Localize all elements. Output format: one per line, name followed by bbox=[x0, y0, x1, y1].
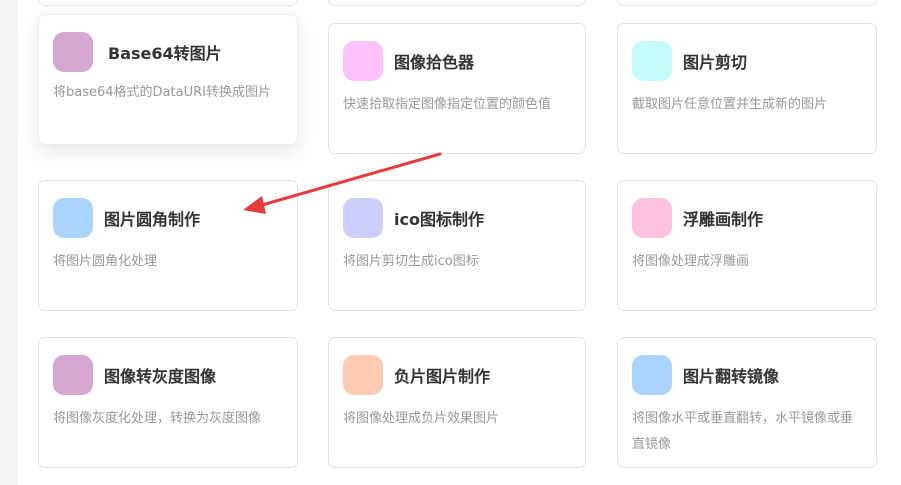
tool-card-negative[interactable]: 负片图片制作 将图像处理成负片效果图片 bbox=[328, 337, 586, 468]
tool-title: 图片剪切 bbox=[683, 53, 748, 72]
tool-icon bbox=[53, 198, 93, 238]
previous-row-card-edge bbox=[38, 0, 298, 6]
tools-panel: Base64转图片 将base64格式的DataURI转换成图片 图像拾色器 快… bbox=[18, 0, 901, 485]
tool-description: 将图像水平或垂直翻转，水平镜像或垂直镜像 bbox=[632, 411, 854, 452]
tool-title: Base64转图片 bbox=[108, 44, 222, 63]
tool-card-color-picker[interactable]: 图像拾色器 快速拾取指定图像指定位置的颜色值 bbox=[328, 23, 586, 154]
tool-title: 图片圆角制作 bbox=[104, 210, 201, 229]
tool-title: 图像拾色器 bbox=[394, 53, 475, 72]
tool-icon bbox=[53, 32, 93, 72]
tool-card-grayscale[interactable]: 图像转灰度图像 将图像灰度化处理，转换为灰度图像 bbox=[38, 337, 298, 468]
tool-description: 快速拾取指定图像指定位置的颜色值 bbox=[343, 97, 552, 112]
tool-icon bbox=[632, 355, 672, 395]
tool-title: 负片图片制作 bbox=[394, 367, 491, 386]
previous-row-card-edge bbox=[328, 0, 586, 6]
tool-card-emboss[interactable]: 浮雕画制作 将图像处理成浮雕画 bbox=[617, 180, 877, 311]
left-gutter bbox=[0, 0, 18, 485]
tool-title: 图像转灰度图像 bbox=[104, 367, 217, 386]
tool-description: 将图像处理成负片效果图片 bbox=[343, 411, 500, 426]
tool-card-image-crop[interactable]: 图片剪切 截取图片任意位置并生成新的图片 bbox=[617, 23, 877, 154]
tool-description: 将图像处理成浮雕画 bbox=[632, 254, 750, 269]
tool-description: 将base64格式的DataURI转换成图片 bbox=[53, 85, 271, 100]
tool-icon bbox=[53, 355, 93, 395]
tool-card-flip-mirror[interactable]: 图片翻转镜像 将图像水平或垂直翻转，水平镜像或垂直镜像 bbox=[617, 337, 877, 468]
tool-icon bbox=[632, 198, 672, 238]
tool-icon bbox=[632, 41, 672, 81]
tool-title: ico图标制作 bbox=[394, 210, 484, 229]
tool-description: 截取图片任意位置并生成新的图片 bbox=[632, 97, 828, 112]
tool-description: 将图片剪切生成ico图标 bbox=[343, 254, 479, 269]
tool-description: 将图片圆角化处理 bbox=[53, 254, 158, 269]
tool-card-base64-to-image[interactable]: Base64转图片 将base64格式的DataURI转换成图片 bbox=[38, 14, 298, 145]
tool-icon bbox=[343, 355, 383, 395]
tool-card-ico-maker[interactable]: ico图标制作 将图片剪切生成ico图标 bbox=[328, 180, 586, 311]
tool-title: 图片翻转镜像 bbox=[683, 367, 780, 386]
tool-icon bbox=[343, 198, 383, 238]
tool-title: 浮雕画制作 bbox=[683, 210, 764, 229]
tool-icon bbox=[343, 41, 383, 81]
tool-description: 将图像灰度化处理，转换为灰度图像 bbox=[53, 411, 262, 426]
previous-row-card-edge bbox=[617, 0, 877, 6]
tool-card-rounded-corners[interactable]: 图片圆角制作 将图片圆角化处理 bbox=[38, 180, 298, 311]
